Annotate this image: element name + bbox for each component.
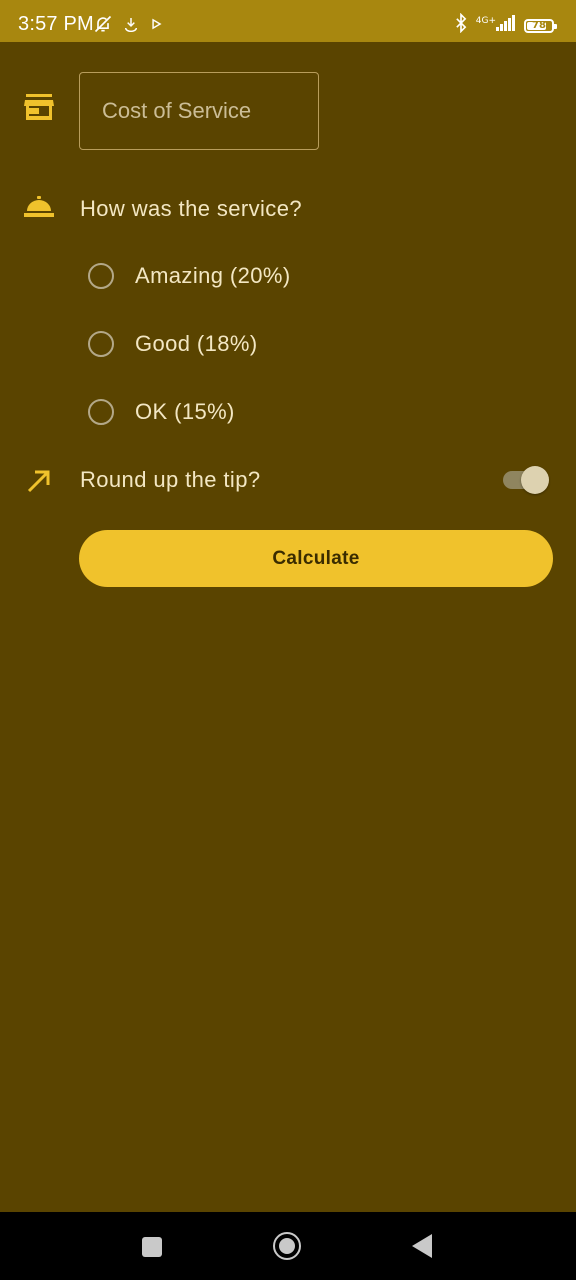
- service-question: How was the service?: [80, 196, 302, 221]
- home-button[interactable]: [273, 1232, 301, 1260]
- option-ok-label[interactable]: OK (15%): [135, 399, 235, 425]
- battery-level: 78: [532, 19, 546, 31]
- option-good[interactable]: Good (18%): [88, 329, 258, 359]
- round-up-label: Round up the tip?: [80, 467, 261, 492]
- recents-button[interactable]: [142, 1237, 162, 1257]
- option-ok[interactable]: OK (15%): [88, 397, 235, 427]
- back-button[interactable]: [412, 1234, 432, 1258]
- room-service-icon: [24, 196, 56, 228]
- round-up-switch[interactable]: [503, 466, 549, 494]
- radio-good[interactable]: [88, 331, 114, 357]
- option-amazing[interactable]: Amazing (20%): [88, 261, 291, 291]
- battery-icon: 78: [524, 18, 557, 33]
- signal-icon: [496, 15, 516, 36]
- status-bar: 3:57 PM 4G+ 78: [0, 0, 576, 42]
- notifications-off-icon: [93, 14, 113, 39]
- status-left-icons: [93, 14, 163, 39]
- network-type: 4G+: [475, 16, 496, 26]
- cost-of-service-input[interactable]: [79, 72, 319, 150]
- option-amazing-label[interactable]: Amazing (20%): [135, 263, 291, 289]
- navigation-bar: [0, 1212, 576, 1280]
- radio-ok[interactable]: [88, 399, 114, 425]
- status-time: 3:57 PM: [18, 13, 94, 35]
- status-right-icons: 4G+ 78: [454, 12, 557, 38]
- radio-amazing[interactable]: [88, 263, 114, 289]
- store-icon: [24, 94, 56, 126]
- play-icon: [149, 17, 163, 36]
- switch-thumb[interactable]: [521, 466, 549, 494]
- option-good-label[interactable]: Good (18%): [135, 331, 258, 357]
- bluetooth-icon: [454, 12, 468, 38]
- download-icon: [123, 16, 139, 37]
- calculate-button[interactable]: Calculate: [79, 530, 553, 587]
- trending-up-icon: [26, 468, 58, 500]
